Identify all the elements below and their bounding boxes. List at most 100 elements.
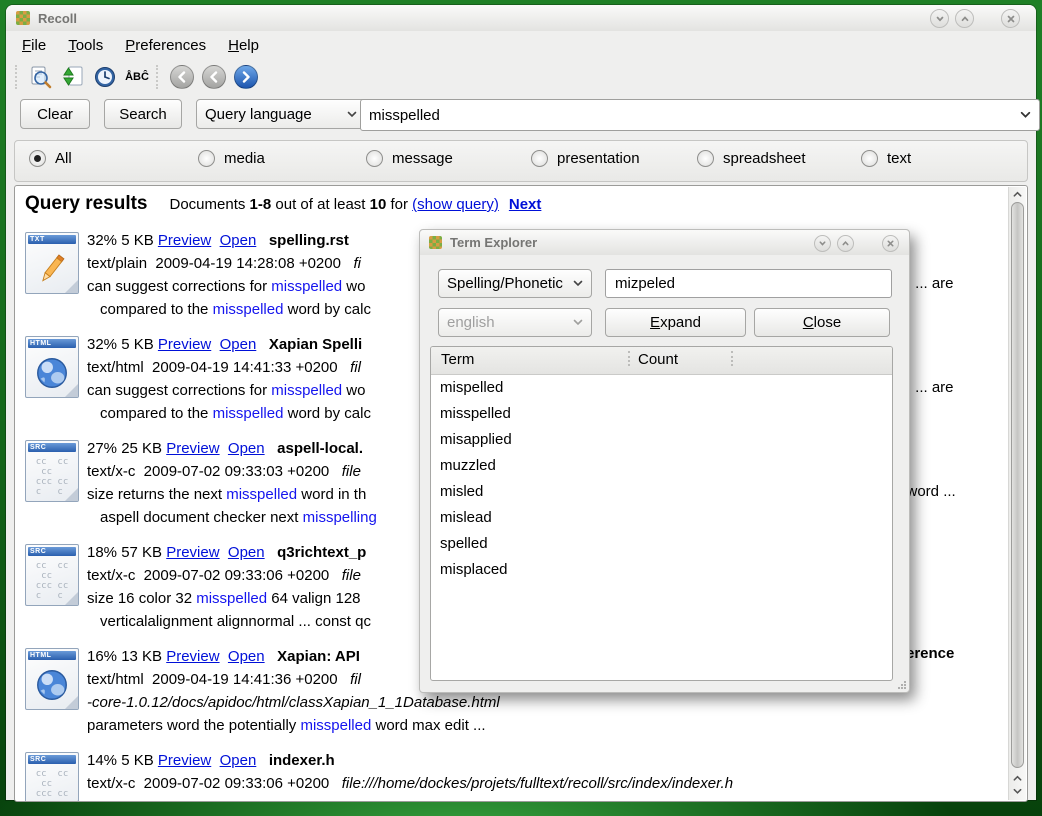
history-button[interactable]	[89, 63, 121, 91]
filter-label: presentation	[557, 150, 640, 167]
open-link[interactable]: Open	[220, 752, 257, 769]
filetype-badge: SRC	[28, 443, 76, 452]
open-link[interactable]: Open	[228, 648, 265, 665]
result-line: parameters word the potentially misspell…	[87, 714, 1010, 737]
menu-item-help[interactable]: Help	[228, 37, 259, 54]
scroll-up-button-bottom[interactable]	[1011, 773, 1024, 784]
doc-range: 1-8	[250, 196, 272, 213]
expand-button[interactable]: Expand	[605, 308, 746, 337]
dialog-minimize-button[interactable]	[814, 235, 831, 252]
filter-label: message	[392, 150, 453, 167]
query-combobox[interactable]: misspelled	[360, 99, 1040, 131]
scroll-up-button[interactable]	[1011, 189, 1024, 200]
filter-label: spreadsheet	[723, 150, 806, 167]
scrollbar-thumb[interactable]	[1011, 202, 1024, 768]
document-sheet: SRC cc cc cc ccc cc c c	[25, 752, 79, 802]
expansion-mode-dropdown[interactable]: Spelling/Phonetic	[438, 269, 592, 298]
filter-presentation[interactable]: presentation	[531, 150, 640, 167]
next-page-button[interactable]	[234, 65, 258, 89]
term-row[interactable]: misapplied	[431, 427, 892, 453]
open-link[interactable]: Open	[228, 544, 265, 561]
query-language-dropdown[interactable]: Query language	[196, 99, 366, 129]
filter-spreadsheet[interactable]: spreadsheet	[697, 150, 806, 167]
radio-icon[interactable]	[531, 150, 548, 167]
src-file-icon: SRCcc cc cc ccc cc c c	[25, 544, 79, 606]
filter-media[interactable]: media	[198, 150, 265, 167]
preview-link[interactable]: Preview	[166, 544, 219, 561]
arrow-right-icon	[240, 71, 252, 83]
dialog-close-button[interactable]	[882, 235, 899, 252]
clear-button[interactable]: Clear	[20, 99, 90, 129]
menu-item-tools[interactable]: Tools	[68, 37, 103, 54]
filetype-badge: SRC	[28, 755, 76, 764]
titlebar[interactable]: Recoll	[6, 5, 1036, 31]
preview-link[interactable]: Preview	[158, 752, 211, 769]
filter-label: text	[887, 150, 911, 167]
term-input[interactable]: mizpeled	[605, 269, 892, 298]
menu-item-preferences[interactable]: Preferences	[125, 37, 206, 54]
filter-text[interactable]: text	[861, 150, 911, 167]
preview-link[interactable]: Preview	[166, 648, 219, 665]
scroll-down-button[interactable]	[1011, 786, 1024, 797]
close-button[interactable]	[1001, 9, 1020, 28]
result-line: 14% 5 KB Preview Open indexer.h	[87, 749, 1010, 772]
term-row[interactable]: misled	[431, 479, 892, 505]
column-separator[interactable]	[628, 351, 630, 366]
preview-link[interactable]: Preview	[166, 440, 219, 457]
results-scrollbar[interactable]	[1008, 187, 1026, 800]
term-explorer-button[interactable]: ÅBĈ	[121, 63, 153, 91]
term-table-header[interactable]: Term Count	[431, 347, 892, 375]
maximize-button[interactable]	[955, 9, 974, 28]
radio-icon[interactable]	[861, 150, 878, 167]
radio-icon[interactable]	[366, 150, 383, 167]
preview-link[interactable]: Preview	[158, 232, 211, 249]
dialog-titlebar[interactable]: Term Explorer	[420, 230, 909, 255]
close-icon	[886, 239, 895, 248]
radio-icon[interactable]	[697, 150, 714, 167]
highlighted-term: misspelled	[226, 486, 297, 503]
column-term[interactable]: Term	[441, 351, 474, 368]
radio-icon[interactable]	[29, 150, 46, 167]
show-query-link[interactable]: (show query)	[412, 196, 499, 213]
column-count[interactable]: Count	[638, 351, 678, 368]
menu-item-file[interactable]: File	[22, 37, 46, 54]
html-file-icon: HTML	[25, 648, 79, 710]
toolbar-handle	[15, 65, 22, 89]
term-row[interactable]: mispelled	[431, 375, 892, 401]
result-row: SRC cc cc cc ccc cc c c 14% 5 KB Preview O…	[25, 749, 1010, 802]
term-row[interactable]: misplaced	[431, 557, 892, 583]
term-row[interactable]: spelled	[431, 531, 892, 557]
results-header: Query results Documents 1-8 out of at le…	[25, 193, 541, 215]
dialog-maximize-button[interactable]	[837, 235, 854, 252]
src-file-icon: SRC cc cc cc ccc cc c c	[25, 752, 79, 802]
term-row[interactable]: mislead	[431, 505, 892, 531]
previous-page-button[interactable]	[202, 65, 226, 89]
filter-all[interactable]: All	[29, 150, 72, 167]
language-dropdown[interactable]: english	[438, 308, 592, 337]
next-link[interactable]: Next	[509, 196, 542, 213]
open-link[interactable]: Open	[228, 440, 265, 457]
html-file-icon: HTML	[25, 336, 79, 398]
clock-icon	[93, 65, 117, 89]
first-page-button[interactable]	[170, 65, 194, 89]
document-sheet: HTML	[25, 648, 79, 710]
open-link[interactable]: Open	[220, 232, 257, 249]
search-button[interactable]: Search	[104, 99, 182, 129]
radio-icon[interactable]	[198, 150, 215, 167]
filetype-badge: HTML	[28, 651, 76, 660]
open-link[interactable]: Open	[220, 336, 257, 353]
term-row[interactable]: misspelled	[431, 401, 892, 427]
filetype-badge: TXT	[28, 235, 76, 244]
resize-grip[interactable]	[897, 680, 907, 690]
chevron-up-icon	[960, 14, 970, 24]
advanced-search-button[interactable]	[25, 63, 57, 91]
source-code-icon: cc cc cc ccc cc c c	[36, 769, 69, 803]
document-sheet: HTML	[25, 336, 79, 398]
filter-message[interactable]: message	[366, 150, 453, 167]
term-row[interactable]: muzzled	[431, 453, 892, 479]
minimize-button[interactable]	[930, 9, 949, 28]
sort-parameters-button[interactable]	[57, 63, 89, 91]
column-separator[interactable]	[731, 351, 733, 366]
preview-link[interactable]: Preview	[158, 336, 211, 353]
dialog-close-action-button[interactable]: Close	[754, 308, 890, 337]
